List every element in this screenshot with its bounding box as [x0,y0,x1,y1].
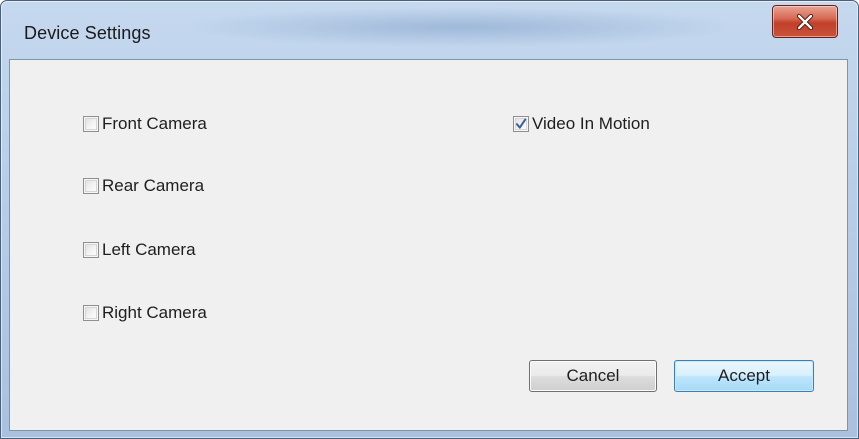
device-settings-window: Device Settings Front Camera Rear Camera… [0,0,859,439]
front-camera-checkbox[interactable]: Front Camera [83,113,207,135]
right-camera-label: Right Camera [102,303,207,322]
right-camera-checkbox-box[interactable] [83,305,99,321]
left-camera-checkbox-box[interactable] [83,242,99,258]
left-camera-label: Left Camera [102,240,196,259]
title-bar-glass [181,7,741,47]
cancel-button[interactable]: Cancel [529,360,657,392]
rear-camera-checkbox-box[interactable] [83,178,99,194]
video-in-motion-checkbox-box[interactable] [513,116,529,132]
rear-camera-label: Rear Camera [102,176,205,195]
window-title: Device Settings [24,23,151,43]
rear-camera-checkbox[interactable]: Rear Camera [83,175,204,197]
left-camera-checkbox[interactable]: Left Camera [83,239,196,261]
close-button[interactable] [772,5,838,38]
close-icon [796,13,814,30]
video-in-motion-label: Video In Motion [532,114,650,133]
front-camera-checkbox-box[interactable] [83,116,99,132]
accept-button[interactable]: Accept [674,360,814,392]
dialog-body: Front Camera Rear Camera Left Camera Rig… [9,59,848,431]
front-camera-label: Front Camera [102,114,207,133]
right-camera-checkbox[interactable]: Right Camera [83,302,207,324]
checkmark-icon [516,118,527,129]
video-in-motion-checkbox[interactable]: Video In Motion [513,113,650,135]
title-bar[interactable]: Device Settings [1,1,858,59]
